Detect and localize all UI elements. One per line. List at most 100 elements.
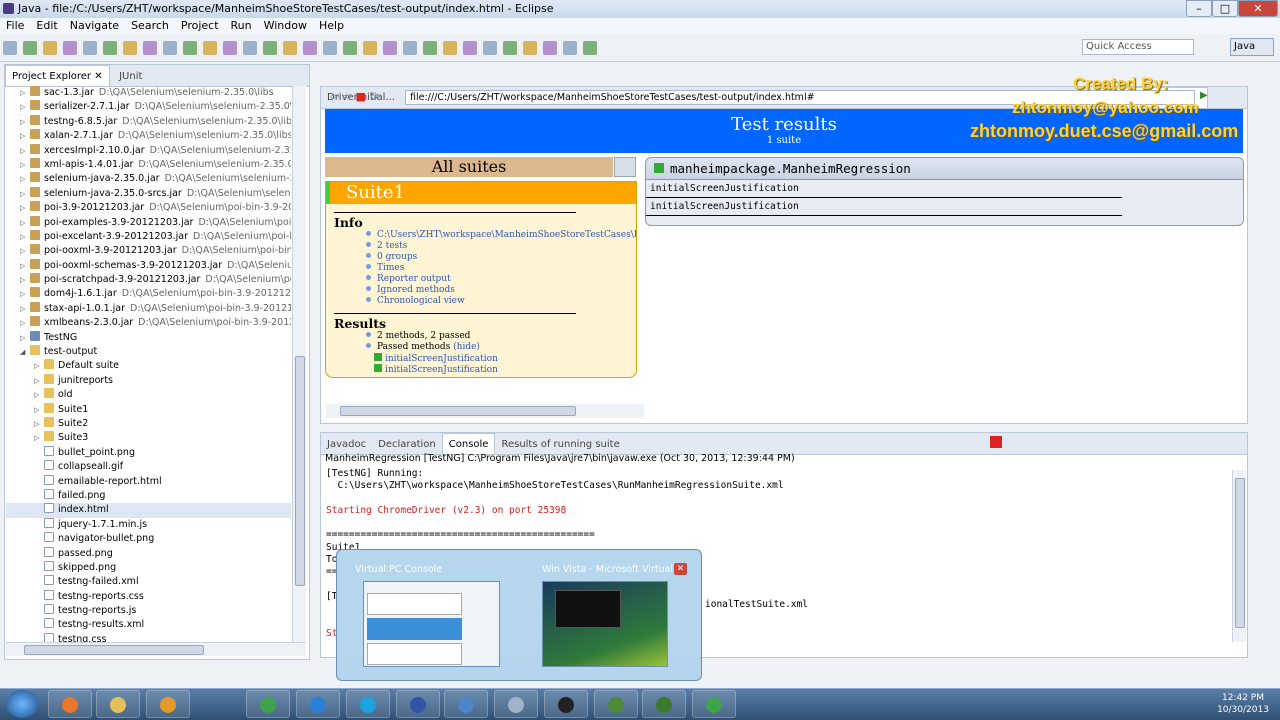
menu-file[interactable]: File: [6, 19, 24, 32]
expand-toggle-icon[interactable]: ▷: [20, 172, 30, 186]
expand-toggle-icon[interactable]: ◢: [20, 345, 30, 359]
menu-run[interactable]: Run: [231, 19, 252, 32]
tree-item[interactable]: emailable-report.html: [6, 474, 291, 489]
taskbar-app-button[interactable]: [96, 690, 140, 718]
tree-item[interactable]: ▷ poi-examples-3.9-20121203.jar D:\QA\Sele…: [6, 215, 291, 230]
back-icon[interactable]: ⇦: [330, 90, 339, 103]
toolbar-icon[interactable]: [183, 41, 197, 55]
tree-item[interactable]: ▷ Default suite: [6, 359, 291, 373]
taskbar-app-button[interactable]: [594, 690, 638, 718]
toolbar-icon[interactable]: [143, 41, 157, 55]
info-link[interactable]: Times: [366, 263, 636, 274]
expand-toggle-icon[interactable]: ▷: [34, 431, 44, 445]
passed-method-link[interactable]: initialScreenJustification: [374, 364, 636, 375]
expand-toggle-icon[interactable]: ▷: [20, 115, 30, 129]
terminate-icon[interactable]: [990, 436, 1002, 448]
tree-item[interactable]: navigator-bullet.png: [6, 532, 291, 546]
console-tab-declaration[interactable]: Declaration: [372, 434, 442, 455]
expand-toggle-icon[interactable]: ▷: [34, 359, 44, 373]
tree-item[interactable]: ▷ poi-ooxml-schemas-3.9-20121203.jar D:\QA…: [6, 258, 291, 273]
expand-toggle-icon[interactable]: ▷: [20, 287, 30, 301]
taskbar-app-button[interactable]: [48, 690, 92, 718]
expand-toggle-icon[interactable]: ▷: [34, 417, 44, 431]
preview-title-1[interactable]: Virtual PC Console: [355, 564, 442, 575]
toolbar-icon[interactable]: [583, 41, 597, 55]
toolbar-icon[interactable]: [363, 41, 377, 55]
expand-toggle-icon[interactable]: ▷: [20, 187, 30, 201]
menu-navigate[interactable]: Navigate: [70, 19, 119, 32]
info-link[interactable]: 0 groups: [366, 252, 636, 263]
info-link[interactable]: 2 tests: [366, 241, 636, 252]
tree-item[interactable]: ▷ testng-6.8.5.jar D:\QA\Selenium\selenium…: [6, 114, 291, 129]
toolbar-icon[interactable]: [43, 41, 57, 55]
tree-item[interactable]: ▷ selenium-java-2.35.0.jar D:\QA\Selenium\…: [6, 172, 291, 186]
expand-toggle-icon[interactable]: ▷: [34, 403, 44, 417]
maximize-button[interactable]: □: [1212, 0, 1238, 17]
info-link[interactable]: Ignored methods: [366, 285, 636, 296]
info-link[interactable]: Chronological view: [366, 296, 636, 307]
expand-toggle-icon[interactable]: ▷: [20, 216, 30, 230]
toolbar-icon[interactable]: [3, 41, 17, 55]
expand-toggle-icon[interactable]: ▷: [34, 374, 44, 388]
tree-item[interactable]: ▷ Suite1: [6, 402, 291, 417]
menu-help[interactable]: Help: [319, 19, 344, 32]
tree-item[interactable]: ▷ Suite2: [6, 416, 291, 431]
tree-item[interactable]: testng-results.xml: [6, 618, 291, 632]
menu-project[interactable]: Project: [181, 19, 219, 32]
expand-toggle-icon[interactable]: ▷: [20, 302, 30, 316]
toolbar-icon[interactable]: [503, 41, 517, 55]
passed-method-link[interactable]: initialScreenJustification: [374, 353, 636, 364]
expand-toggle-icon[interactable]: ▷: [20, 273, 30, 287]
tree-item[interactable]: ▷ dom4j-1.6.1.jar D:\QA\Selenium\poi-bin-3…: [6, 287, 291, 301]
tree-item[interactable]: skipped.png: [6, 560, 291, 575]
toolbar-icon[interactable]: [103, 41, 117, 55]
taskbar-app-button[interactable]: [246, 690, 290, 718]
explorer-horizontal-scrollbar[interactable]: [6, 642, 306, 656]
menu-edit[interactable]: Edit: [36, 19, 57, 32]
toolbar-icon[interactable]: [123, 41, 137, 55]
tree-item[interactable]: ▷ poi-3.9-20121203.jar D:\QA\Selenium\poi-…: [6, 201, 291, 215]
expand-toggle-icon[interactable]: ▷: [20, 331, 30, 345]
toolbar-icon[interactable]: [283, 41, 297, 55]
scroll-thumb[interactable]: [295, 356, 305, 586]
toolbar-icon[interactable]: [443, 41, 457, 55]
win-vista-thumbnail[interactable]: [542, 581, 668, 667]
toolbar-icon[interactable]: [523, 41, 537, 55]
quick-access-input[interactable]: Quick Access: [1082, 39, 1194, 55]
expand-toggle-icon[interactable]: ▷: [20, 316, 30, 330]
console-tab-results-of-running-suite[interactable]: Results of running suite: [495, 434, 625, 455]
toolbar-icon[interactable]: [243, 41, 257, 55]
taskbar-app-button[interactable]: [642, 690, 686, 718]
expand-toggle-icon[interactable]: ▷: [34, 388, 44, 402]
tree-item[interactable]: ▷ xercesImpl-2.10.0.jar D:\QA\Selenium\sel…: [6, 143, 291, 158]
expand-toggle-icon[interactable]: ▷: [20, 201, 30, 215]
explorer-vertical-scrollbar[interactable]: [292, 86, 306, 642]
hide-link[interactable]: (hide): [453, 342, 480, 352]
tree-item[interactable]: ▷ TestNG: [6, 330, 291, 345]
tab-project-explorer[interactable]: Project Explorer ✕: [5, 65, 110, 86]
toolbar-icon[interactable]: [83, 41, 97, 55]
tree-item[interactable]: ▷ junitreports: [6, 373, 291, 388]
toolbar-icon[interactable]: [343, 41, 357, 55]
tab-junit[interactable]: JUnit: [113, 66, 148, 87]
forward-icon[interactable]: ⇨: [343, 90, 352, 103]
info-link[interactable]: C:\Users\ZHT\workspace\ManheimShoeStoreT…: [366, 230, 636, 241]
taskbar-app-button[interactable]: [296, 690, 340, 718]
tree-item[interactable]: testng-reports.css: [6, 589, 291, 604]
toolbar-icon[interactable]: [263, 41, 277, 55]
scroll-thumb[interactable]: [24, 645, 204, 655]
tree-item[interactable]: ▷ xml-apis-1.4.01.jar D:\QA\Selenium\selen…: [6, 157, 291, 172]
console-tab-console[interactable]: Console: [441, 433, 496, 454]
toolbar-icon[interactable]: [543, 41, 557, 55]
tree-item[interactable]: ▷ sac-1.3.jar D:\QA\Selenium\selenium-2.35…: [6, 86, 291, 100]
taskbar-app-button[interactable]: [494, 690, 538, 718]
menu-window[interactable]: Window: [264, 19, 307, 32]
toolbar-icon[interactable]: [223, 41, 237, 55]
start-button[interactable]: [6, 690, 38, 718]
toolbar-icon[interactable]: [323, 41, 337, 55]
refresh-icon[interactable]: ↻: [369, 90, 378, 103]
expand-toggle-icon[interactable]: ▷: [20, 259, 30, 273]
tree-item[interactable]: ▷ old: [6, 388, 291, 402]
go-icon[interactable]: ▶: [1200, 90, 1210, 104]
tree-item[interactable]: ◢ test-output: [6, 345, 291, 359]
